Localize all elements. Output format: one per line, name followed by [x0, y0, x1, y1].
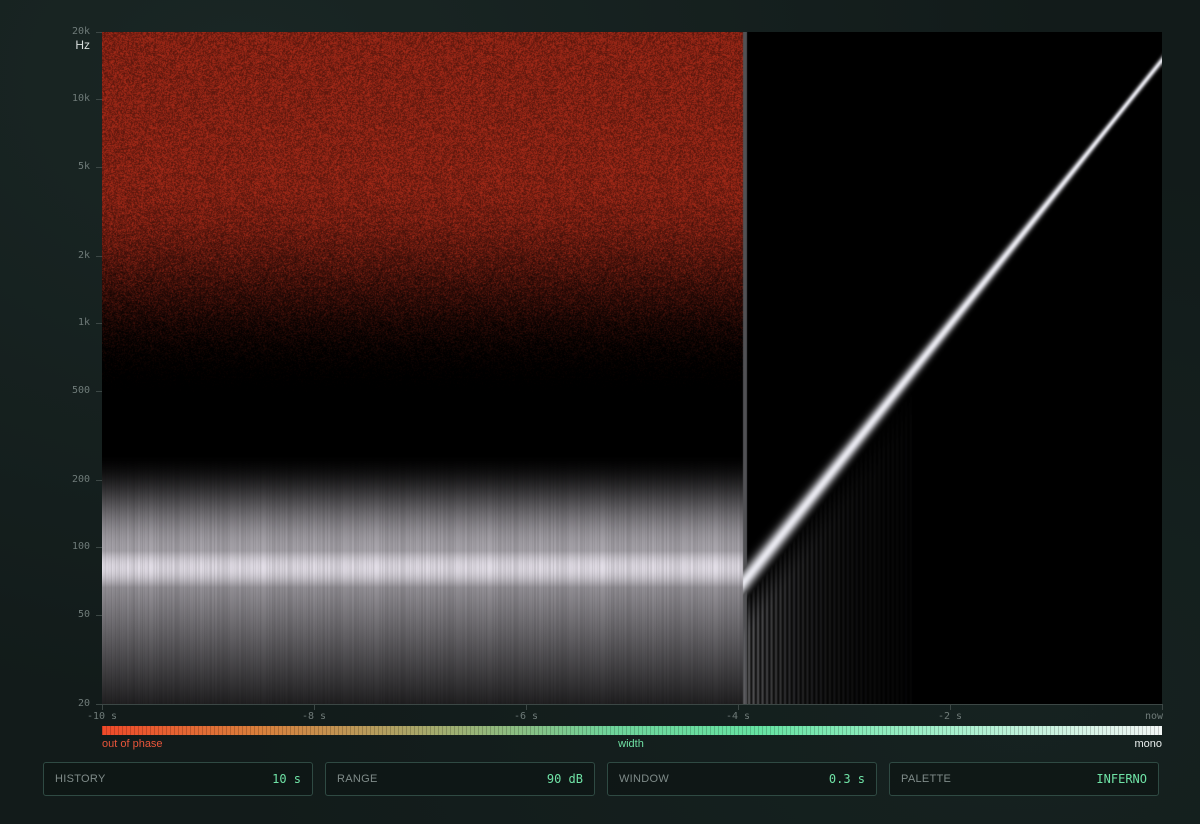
x-tick-label: -8 s: [301, 711, 327, 722]
x-tick-label: -4 s: [725, 711, 751, 722]
y-tick-mark: [96, 323, 102, 325]
range-value: 90 dB: [546, 772, 583, 786]
spectrogram-canvas[interactable]: [102, 32, 1162, 704]
y-tick-label: 100: [71, 541, 90, 553]
y-tick-mark: [96, 614, 102, 616]
y-tick-label: 50: [77, 608, 90, 620]
spectrogram-app: Hz out of phase width mono HISTORY 10 s …: [0, 0, 1200, 824]
y-tick-mark: [96, 390, 102, 392]
window-label: WINDOW: [619, 773, 670, 785]
x-tick-label: -10 s: [86, 711, 118, 722]
legend-label-mono: mono: [1134, 738, 1162, 750]
history-label: HISTORY: [55, 773, 106, 785]
y-tick-mark: [96, 256, 102, 257]
x-tick-mark: [950, 704, 951, 710]
palette-label: PALETTE: [901, 773, 952, 785]
legend-label-width: width: [618, 738, 644, 750]
y-tick-mark: [96, 32, 102, 33]
y-tick-mark: [96, 547, 102, 549]
y-tick-label: 200: [71, 474, 90, 485]
y-tick-mark: [96, 99, 102, 101]
history-control[interactable]: HISTORY 10 s: [43, 762, 313, 796]
palette-value: INFERNO: [1096, 772, 1147, 786]
x-tick-label: -2 s: [937, 711, 963, 722]
x-tick-label: now: [1144, 711, 1163, 722]
x-tick-mark: [102, 704, 103, 710]
y-tick-mark: [96, 166, 102, 168]
y-tick-label: 1k: [77, 317, 90, 329]
y-tick-mark: [96, 480, 102, 481]
y-tick-label: 500: [71, 384, 90, 396]
x-tick-mark: [314, 704, 315, 710]
range-control[interactable]: RANGE 90 dB: [325, 762, 595, 796]
y-axis-unit: Hz: [75, 38, 90, 52]
palette-control[interactable]: PALETTE INFERNO: [889, 762, 1159, 796]
y-tick-label: 2k: [77, 250, 90, 261]
x-tick-mark: [738, 704, 739, 710]
spectrogram-plot[interactable]: [102, 32, 1162, 704]
y-tick-label: 10k: [71, 93, 90, 105]
range-label: RANGE: [337, 773, 378, 785]
y-tick-label: 5k: [77, 160, 90, 172]
window-control[interactable]: WINDOW 0.3 s: [607, 762, 877, 796]
x-axis-line: [102, 704, 1162, 705]
history-value: 10 s: [272, 772, 301, 786]
legend-gradient-bar: [102, 726, 1162, 735]
x-tick-mark: [1162, 704, 1163, 710]
legend-label-out-of-phase: out of phase: [102, 738, 163, 750]
x-tick-mark: [526, 704, 527, 710]
y-tick-label: 20: [77, 698, 90, 709]
y-tick-label: 20k: [71, 26, 90, 37]
window-value: 0.3 s: [828, 772, 865, 786]
x-tick-label: -6 s: [513, 711, 539, 722]
